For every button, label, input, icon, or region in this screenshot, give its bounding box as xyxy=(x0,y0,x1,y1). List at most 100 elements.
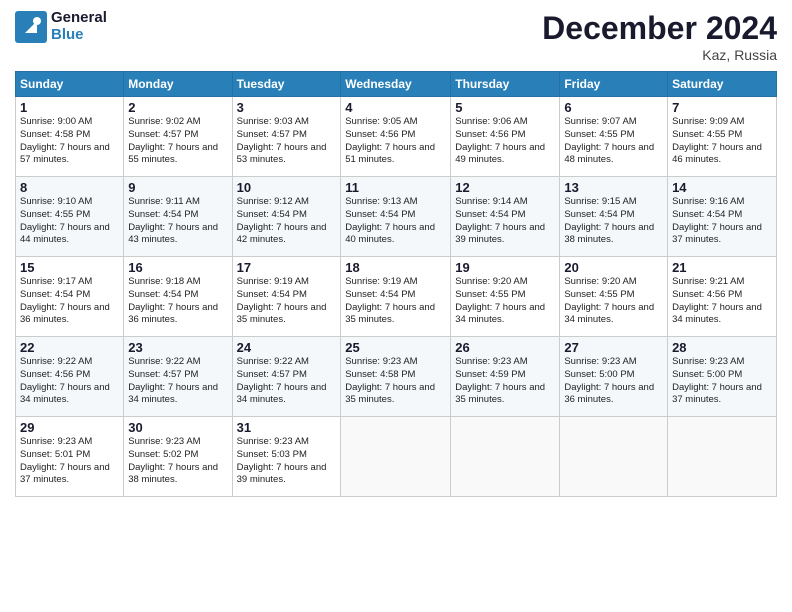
day-info: Sunrise: 9:19 AMSunset: 4:54 PMDaylight:… xyxy=(237,276,337,327)
table-row: 30Sunrise: 9:23 AMSunset: 5:02 PMDayligh… xyxy=(124,417,232,497)
table-row: 26Sunrise: 9:23 AMSunset: 4:59 PMDayligh… xyxy=(451,337,560,417)
day-info: Sunrise: 9:06 AMSunset: 4:56 PMDaylight:… xyxy=(455,116,555,167)
day-info: Sunrise: 9:22 AMSunset: 4:57 PMDaylight:… xyxy=(237,356,337,407)
header: General Blue December 2024 Kaz, Russia xyxy=(15,10,777,63)
col-sunday: Sunday xyxy=(16,72,124,97)
col-tuesday: Tuesday xyxy=(232,72,341,97)
day-info: Sunrise: 9:22 AMSunset: 4:57 PMDaylight:… xyxy=(128,356,227,407)
table-row: 28Sunrise: 9:23 AMSunset: 5:00 PMDayligh… xyxy=(668,337,777,417)
table-row: 5Sunrise: 9:06 AMSunset: 4:56 PMDaylight… xyxy=(451,97,560,177)
table-row: 7Sunrise: 9:09 AMSunset: 4:55 PMDaylight… xyxy=(668,97,777,177)
table-row: 12Sunrise: 9:14 AMSunset: 4:54 PMDayligh… xyxy=(451,177,560,257)
day-number: 22 xyxy=(20,340,119,355)
table-row: 6Sunrise: 9:07 AMSunset: 4:55 PMDaylight… xyxy=(560,97,668,177)
day-number: 31 xyxy=(237,420,337,435)
day-info: Sunrise: 9:15 AMSunset: 4:54 PMDaylight:… xyxy=(564,196,663,247)
calendar-table: Sunday Monday Tuesday Wednesday Thursday… xyxy=(15,71,777,497)
table-row: 11Sunrise: 9:13 AMSunset: 4:54 PMDayligh… xyxy=(341,177,451,257)
day-number: 21 xyxy=(672,260,772,275)
col-monday: Monday xyxy=(124,72,232,97)
day-info: Sunrise: 9:23 AMSunset: 5:03 PMDaylight:… xyxy=(237,436,337,487)
day-number: 25 xyxy=(345,340,446,355)
col-thursday: Thursday xyxy=(451,72,560,97)
day-number: 26 xyxy=(455,340,555,355)
col-friday: Friday xyxy=(560,72,668,97)
day-number: 15 xyxy=(20,260,119,275)
logo-icon xyxy=(15,11,47,43)
table-row: 13Sunrise: 9:15 AMSunset: 4:54 PMDayligh… xyxy=(560,177,668,257)
day-info: Sunrise: 9:17 AMSunset: 4:54 PMDaylight:… xyxy=(20,276,119,327)
day-number: 30 xyxy=(128,420,227,435)
day-info: Sunrise: 9:11 AMSunset: 4:54 PMDaylight:… xyxy=(128,196,227,247)
table-row: 4Sunrise: 9:05 AMSunset: 4:56 PMDaylight… xyxy=(341,97,451,177)
calendar-subtitle: Kaz, Russia xyxy=(542,47,777,63)
table-row: 19Sunrise: 9:20 AMSunset: 4:55 PMDayligh… xyxy=(451,257,560,337)
table-row: 22Sunrise: 9:22 AMSunset: 4:56 PMDayligh… xyxy=(16,337,124,417)
day-info: Sunrise: 9:09 AMSunset: 4:55 PMDaylight:… xyxy=(672,116,772,167)
day-info: Sunrise: 9:22 AMSunset: 4:56 PMDaylight:… xyxy=(20,356,119,407)
table-row xyxy=(668,417,777,497)
table-row: 1Sunrise: 9:00 AMSunset: 4:58 PMDaylight… xyxy=(16,97,124,177)
day-number: 6 xyxy=(564,100,663,115)
title-block: December 2024 Kaz, Russia xyxy=(542,10,777,63)
table-row: 31Sunrise: 9:23 AMSunset: 5:03 PMDayligh… xyxy=(232,417,341,497)
table-row: 2Sunrise: 9:02 AMSunset: 4:57 PMDaylight… xyxy=(124,97,232,177)
table-row: 24Sunrise: 9:22 AMSunset: 4:57 PMDayligh… xyxy=(232,337,341,417)
table-row: 20Sunrise: 9:20 AMSunset: 4:55 PMDayligh… xyxy=(560,257,668,337)
table-row: 9Sunrise: 9:11 AMSunset: 4:54 PMDaylight… xyxy=(124,177,232,257)
table-row: 3Sunrise: 9:03 AMSunset: 4:57 PMDaylight… xyxy=(232,97,341,177)
day-number: 12 xyxy=(455,180,555,195)
day-number: 7 xyxy=(672,100,772,115)
logo-text: General Blue xyxy=(51,10,107,43)
day-info: Sunrise: 9:02 AMSunset: 4:57 PMDaylight:… xyxy=(128,116,227,167)
day-number: 20 xyxy=(564,260,663,275)
day-info: Sunrise: 9:23 AMSunset: 4:58 PMDaylight:… xyxy=(345,356,446,407)
day-info: Sunrise: 9:23 AMSunset: 4:59 PMDaylight:… xyxy=(455,356,555,407)
day-number: 9 xyxy=(128,180,227,195)
day-info: Sunrise: 9:23 AMSunset: 5:01 PMDaylight:… xyxy=(20,436,119,487)
calendar-week-row: 1Sunrise: 9:00 AMSunset: 4:58 PMDaylight… xyxy=(16,97,777,177)
day-info: Sunrise: 9:00 AMSunset: 4:58 PMDaylight:… xyxy=(20,116,119,167)
table-row xyxy=(560,417,668,497)
day-number: 27 xyxy=(564,340,663,355)
table-row: 10Sunrise: 9:12 AMSunset: 4:54 PMDayligh… xyxy=(232,177,341,257)
day-number: 11 xyxy=(345,180,446,195)
day-info: Sunrise: 9:12 AMSunset: 4:54 PMDaylight:… xyxy=(237,196,337,247)
table-row: 15Sunrise: 9:17 AMSunset: 4:54 PMDayligh… xyxy=(16,257,124,337)
day-number: 17 xyxy=(237,260,337,275)
logo: General Blue xyxy=(15,10,107,43)
col-saturday: Saturday xyxy=(668,72,777,97)
day-number: 18 xyxy=(345,260,446,275)
day-number: 5 xyxy=(455,100,555,115)
day-info: Sunrise: 9:16 AMSunset: 4:54 PMDaylight:… xyxy=(672,196,772,247)
calendar-week-row: 15Sunrise: 9:17 AMSunset: 4:54 PMDayligh… xyxy=(16,257,777,337)
day-info: Sunrise: 9:10 AMSunset: 4:55 PMDaylight:… xyxy=(20,196,119,247)
table-row: 23Sunrise: 9:22 AMSunset: 4:57 PMDayligh… xyxy=(124,337,232,417)
col-wednesday: Wednesday xyxy=(341,72,451,97)
day-number: 16 xyxy=(128,260,227,275)
table-row: 14Sunrise: 9:16 AMSunset: 4:54 PMDayligh… xyxy=(668,177,777,257)
day-number: 2 xyxy=(128,100,227,115)
calendar-week-row: 8Sunrise: 9:10 AMSunset: 4:55 PMDaylight… xyxy=(16,177,777,257)
calendar-header-row: Sunday Monday Tuesday Wednesday Thursday… xyxy=(16,72,777,97)
day-info: Sunrise: 9:14 AMSunset: 4:54 PMDaylight:… xyxy=(455,196,555,247)
table-row xyxy=(341,417,451,497)
page: General Blue December 2024 Kaz, Russia S… xyxy=(0,0,792,612)
day-info: Sunrise: 9:13 AMSunset: 4:54 PMDaylight:… xyxy=(345,196,446,247)
day-number: 14 xyxy=(672,180,772,195)
calendar-week-row: 22Sunrise: 9:22 AMSunset: 4:56 PMDayligh… xyxy=(16,337,777,417)
day-number: 1 xyxy=(20,100,119,115)
table-row: 18Sunrise: 9:19 AMSunset: 4:54 PMDayligh… xyxy=(341,257,451,337)
table-row: 27Sunrise: 9:23 AMSunset: 5:00 PMDayligh… xyxy=(560,337,668,417)
table-row: 16Sunrise: 9:18 AMSunset: 4:54 PMDayligh… xyxy=(124,257,232,337)
day-info: Sunrise: 9:03 AMSunset: 4:57 PMDaylight:… xyxy=(237,116,337,167)
table-row xyxy=(451,417,560,497)
day-number: 19 xyxy=(455,260,555,275)
table-row: 25Sunrise: 9:23 AMSunset: 4:58 PMDayligh… xyxy=(341,337,451,417)
day-number: 23 xyxy=(128,340,227,355)
table-row: 21Sunrise: 9:21 AMSunset: 4:56 PMDayligh… xyxy=(668,257,777,337)
day-info: Sunrise: 9:18 AMSunset: 4:54 PMDaylight:… xyxy=(128,276,227,327)
day-info: Sunrise: 9:05 AMSunset: 4:56 PMDaylight:… xyxy=(345,116,446,167)
day-number: 13 xyxy=(564,180,663,195)
day-info: Sunrise: 9:19 AMSunset: 4:54 PMDaylight:… xyxy=(345,276,446,327)
